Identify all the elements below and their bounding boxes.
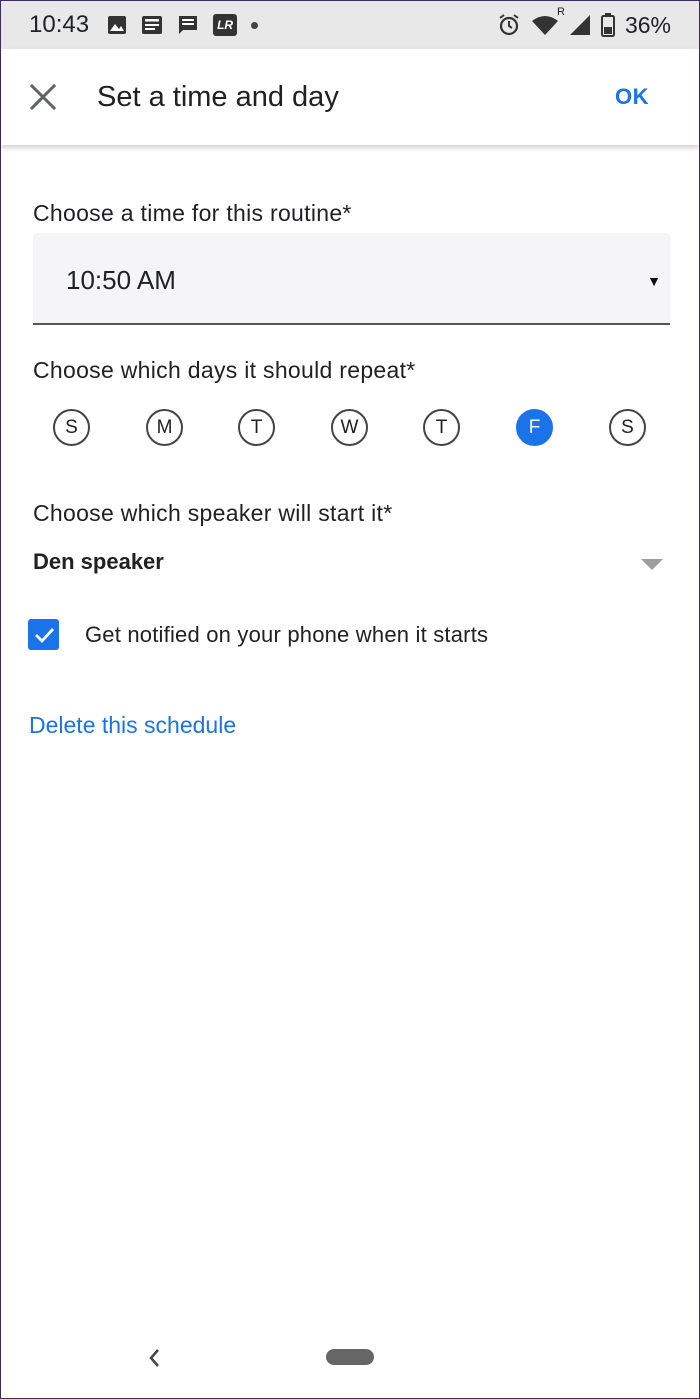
speaker-dropdown[interactable]: Den speaker (33, 543, 665, 583)
lr-app-icon: LR (213, 14, 238, 36)
dot-icon (251, 21, 259, 29)
chevron-left-icon (149, 1349, 159, 1367)
status-time: 10:43 (29, 11, 90, 38)
day-wednesday[interactable]: W (331, 409, 368, 446)
checkmark-icon (34, 627, 54, 643)
wifi-icon: R (531, 6, 565, 36)
status-bar: 10:43 LR R 36% (1, 1, 699, 49)
ok-button[interactable]: OK (615, 84, 649, 110)
day-selector: S M T W T F S (0, 409, 700, 451)
image-icon (107, 15, 127, 35)
days-label: Choose which days it should repeat* (33, 357, 416, 383)
battery-icon (600, 13, 615, 37)
notify-checkbox[interactable] (28, 619, 59, 650)
time-dropdown[interactable]: 10:50 AM ▼ (33, 233, 670, 325)
alarm-icon (497, 13, 521, 37)
home-button[interactable] (326, 1349, 374, 1365)
day-thursday[interactable]: T (423, 409, 460, 446)
delete-schedule-link[interactable]: Delete this schedule (29, 712, 236, 739)
day-saturday[interactable]: S (609, 409, 646, 446)
close-icon (30, 84, 56, 110)
day-friday[interactable]: F (516, 409, 553, 446)
page-title: Set a time and day (97, 80, 339, 113)
message-icon (177, 14, 199, 36)
notify-label: Get notified on your phone when it start… (85, 622, 489, 647)
time-value: 10:50 AM (66, 265, 176, 295)
day-tuesday[interactable]: T (238, 409, 275, 446)
news-icon (141, 15, 163, 35)
system-icons: R 36% (497, 6, 671, 39)
back-button[interactable] (142, 1344, 166, 1372)
notification-icons: LR (107, 14, 259, 36)
dropdown-arrow-icon: ▼ (647, 273, 661, 289)
roaming-label: R (557, 6, 565, 18)
time-label: Choose a time for this routine* (33, 200, 352, 226)
battery-percent: 36% (624, 11, 671, 38)
speaker-label: Choose which speaker will start it* (33, 500, 393, 526)
speaker-value: Den speaker (33, 549, 164, 574)
close-button[interactable] (23, 77, 63, 117)
dropdown-arrow-icon (641, 559, 663, 570)
signal-icon (569, 14, 591, 36)
app-bar: Set a time and day OK (1, 49, 699, 145)
day-sunday[interactable]: S (53, 409, 90, 446)
day-monday[interactable]: M (146, 409, 183, 446)
